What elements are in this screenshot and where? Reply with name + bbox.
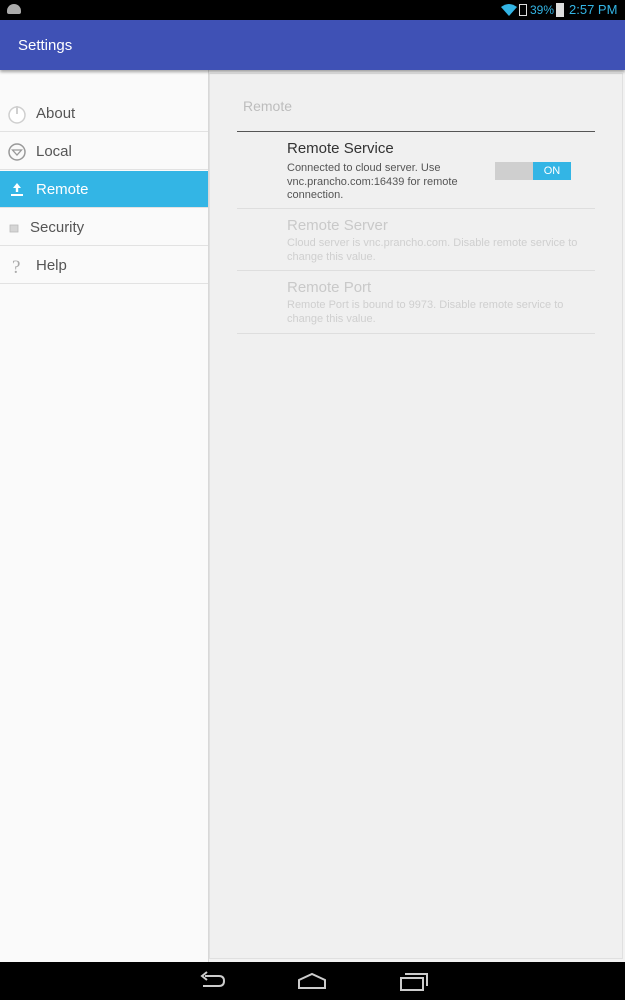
- status-bar: 39% 2:57 PM: [0, 0, 625, 20]
- pref-title: Remote Server: [287, 217, 388, 234]
- local-icon: [8, 143, 26, 161]
- home-icon[interactable]: [297, 970, 327, 992]
- battery-percent: 39%: [530, 3, 555, 17]
- app-bar: Settings: [0, 20, 625, 70]
- pref-remote-service[interactable]: Remote Service Connected to cloud server…: [237, 132, 595, 209]
- settings-sidebar: About Local Remote Security ? Help: [0, 70, 209, 962]
- sim-icon: [519, 4, 527, 16]
- pref-summary: Cloud server is vnc.prancho.com. Disable…: [287, 237, 578, 263]
- battery-icon: [556, 3, 564, 17]
- sidebar-item-remote[interactable]: Remote: [0, 171, 208, 208]
- wifi-icon: [501, 4, 517, 16]
- sidebar-item-security[interactable]: Security: [0, 209, 208, 246]
- sidebar-item-label: Local: [36, 143, 72, 160]
- page-title: Settings: [18, 37, 73, 54]
- section-title: Remote: [243, 98, 293, 114]
- remote-service-toggle[interactable]: ON: [495, 162, 571, 180]
- about-icon: [8, 106, 26, 124]
- back-icon[interactable]: [197, 970, 227, 992]
- sidebar-item-about[interactable]: About: [0, 95, 208, 132]
- sidebar-item-label: About: [36, 105, 76, 122]
- question-icon: ?: [12, 257, 20, 276]
- sidebar-item-label: Help: [36, 257, 67, 274]
- pref-summary: Remote Port is bound to 9973. Disable re…: [287, 299, 564, 325]
- lock-icon: [9, 224, 19, 233]
- sidebar-item-help[interactable]: ? Help: [0, 247, 208, 284]
- pref-title: Remote Port: [287, 279, 372, 296]
- svg-text:?: ?: [12, 257, 20, 276]
- sidebar-item-label: Remote: [36, 181, 89, 198]
- upload-icon: [11, 183, 23, 196]
- main-content: About Local Remote Security ? Help Remot…: [0, 70, 625, 962]
- pref-remote-port[interactable]: Remote Port Remote Port is bound to 9973…: [237, 271, 595, 334]
- toggle-on-label: ON: [533, 162, 571, 180]
- sidebar-item-local[interactable]: Local: [0, 133, 208, 170]
- sidebar-item-label: Security: [30, 219, 85, 236]
- system-navigation-bar: [0, 962, 625, 1000]
- pref-summary: Connected to cloud server. Use vnc.pranc…: [287, 162, 458, 201]
- android-notification-icon: [7, 4, 21, 14]
- preferences-panel: Remote Remote Service Connected to cloud…: [209, 73, 623, 959]
- clock: 2:57 PM: [569, 2, 618, 17]
- pref-remote-server[interactable]: Remote Server Cloud server is vnc.pranch…: [237, 209, 595, 271]
- recent-apps-icon[interactable]: [398, 970, 428, 992]
- pref-title: Remote Service: [287, 140, 394, 157]
